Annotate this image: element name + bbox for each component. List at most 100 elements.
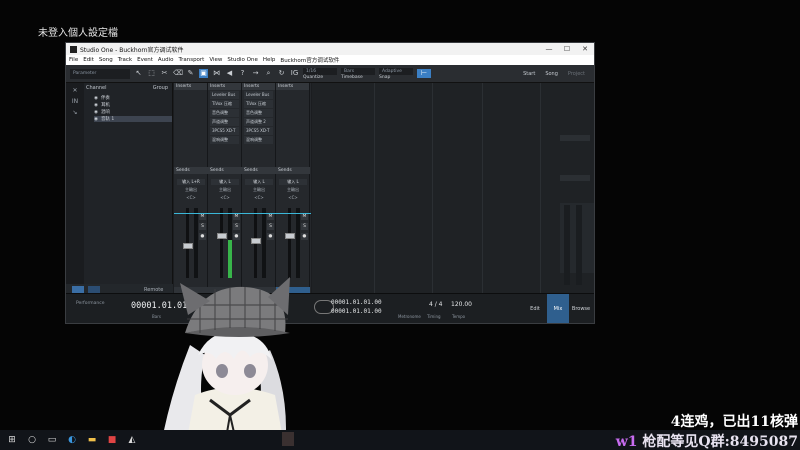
ig-icon[interactable]: IG	[290, 69, 299, 78]
strip-output[interactable]: 主輸出	[279, 187, 307, 193]
arrow-tool-icon[interactable]: ↖	[134, 69, 143, 78]
record-arm-button[interactable]: ●	[267, 233, 274, 240]
inserts-header[interactable]: Inserts	[276, 83, 309, 90]
insert-slot[interactable]: TiVox 压缩	[244, 100, 273, 108]
edit-button[interactable]: Edit	[524, 294, 546, 323]
close-panel-icon[interactable]: ✕	[66, 87, 84, 94]
arrow-right-icon[interactable]: →	[251, 69, 260, 78]
visible-icon[interactable]: ◉	[94, 110, 98, 115]
strip-input[interactable]: 输入 L	[279, 179, 307, 185]
volume-fader-handle[interactable]	[251, 238, 261, 244]
pan-value[interactable]: <C>	[177, 195, 205, 200]
insert-slot[interactable]: Leveler Bus	[210, 91, 239, 99]
record-arm-button[interactable]: ●	[199, 233, 206, 240]
listen-tool-icon[interactable]: ◀	[225, 69, 234, 78]
start-button[interactable]: Start	[518, 71, 540, 77]
edge-icon[interactable]: ◐	[66, 434, 78, 446]
channel-row[interactable]: ◉ 伴奏	[94, 95, 172, 102]
taskview-icon[interactable]: ▭	[46, 434, 58, 446]
pan-value[interactable]: <C>	[211, 195, 239, 200]
menu-transport[interactable]: Transport	[179, 57, 205, 63]
paint-tool-icon[interactable]: ✎	[186, 69, 195, 78]
insert-slot[interactable]: 音色调整	[244, 109, 273, 117]
strip-output[interactable]: 主輸出	[211, 187, 239, 193]
menu-song[interactable]: Song	[99, 57, 113, 63]
insert-slot[interactable]: TiVox 压缩	[210, 100, 239, 108]
solo-button[interactable]: S	[267, 223, 274, 230]
mix-button[interactable]: Mix	[547, 294, 569, 323]
time-signature[interactable]: 4 / 4	[429, 301, 442, 308]
menu-track[interactable]: Track	[118, 57, 132, 63]
close-button[interactable]: ✕	[576, 45, 594, 53]
view-toggle-button-2[interactable]	[88, 286, 100, 293]
explorer-icon[interactable]: ▬	[86, 434, 98, 446]
strip-output[interactable]: 主輸出	[245, 187, 273, 193]
insert-slot[interactable]: 声道调整 2	[244, 118, 273, 126]
volume-fader-handle[interactable]	[183, 243, 193, 249]
windows-icon[interactable]: ⊞	[6, 434, 18, 446]
timebase-select[interactable]: Bars	[341, 67, 375, 75]
tool-icon[interactable]: ↘	[66, 109, 84, 116]
visible-icon[interactable]: ◉	[94, 103, 98, 108]
inserts-header[interactable]: Inserts	[208, 83, 241, 90]
mute-button[interactable]: M	[301, 213, 308, 220]
zoom-icon[interactable]: ⌕	[264, 69, 273, 78]
snap-toggle-icon[interactable]: ⊢	[417, 69, 431, 78]
arrangement-area[interactable]	[312, 83, 594, 295]
snap-select[interactable]: Adaptive	[379, 67, 413, 75]
pan-value[interactable]: <C>	[245, 195, 273, 200]
inserts-header[interactable]: Inserts	[242, 83, 275, 90]
tempo-value[interactable]: 120.00	[451, 301, 472, 308]
sends-header[interactable]: Sends	[208, 167, 242, 174]
menu-view[interactable]: View	[209, 57, 222, 63]
mute-button[interactable]: M	[199, 213, 206, 220]
menu-audio[interactable]: Audio	[158, 57, 174, 63]
volume-fader-track[interactable]	[220, 208, 223, 278]
channel-row[interactable]: ◉ 耳机	[94, 102, 172, 109]
strip-input[interactable]: 输入 L	[211, 179, 239, 185]
quantize-select[interactable]: 1/16	[303, 67, 337, 75]
window-titlebar[interactable]: Studio One - Buckhorn官方调试软件 — ☐ ✕	[66, 43, 594, 55]
preset-field[interactable]: Parameter	[70, 68, 130, 79]
sends-header[interactable]: Sends	[174, 167, 208, 174]
solo-button[interactable]: S	[301, 223, 308, 230]
menu-file[interactable]: File	[69, 57, 78, 63]
app-icon[interactable]: ■	[106, 434, 118, 446]
insert-slot[interactable]: Leveler Bus	[244, 91, 273, 99]
loop-start-time[interactable]: 00001.01.01.00	[331, 299, 382, 306]
mute-button[interactable]: M	[233, 213, 240, 220]
mute-tool-icon[interactable]: ▣	[199, 69, 208, 78]
volume-fader-track[interactable]	[288, 208, 291, 278]
loop-end-time[interactable]: 00001.01.01.00	[331, 308, 382, 315]
sends-header[interactable]: Sends	[242, 167, 276, 174]
solo-button[interactable]: S	[233, 223, 240, 230]
bend-tool-icon[interactable]: ⋈	[212, 69, 221, 78]
inserts-header[interactable]: Inserts	[174, 83, 207, 90]
menu-event[interactable]: Event	[137, 57, 153, 63]
pan-value[interactable]: <C>	[279, 195, 307, 200]
insert-slot[interactable]: 音色调整	[210, 109, 239, 117]
record-arm-button[interactable]: ●	[301, 233, 308, 240]
channel-row[interactable]: ◉ 音轨 1	[94, 116, 172, 122]
split-tool-icon[interactable]: ✂	[160, 69, 169, 78]
studioone-icon[interactable]: ◭	[126, 434, 138, 446]
range-tool-icon[interactable]: ⬚	[147, 69, 156, 78]
maximize-button[interactable]: ☐	[558, 45, 576, 53]
insert-slot[interactable]: 3PCS5 XD-T	[244, 127, 273, 135]
channel-row[interactable]: ◉ 混响	[94, 109, 172, 116]
insert-slot[interactable]: 3PCS5 XD-T	[210, 127, 239, 135]
menu-help[interactable]: Help	[263, 57, 276, 63]
view-toggle-button[interactable]	[72, 286, 84, 293]
visible-icon[interactable]: ◉	[94, 117, 98, 122]
record-arm-button[interactable]: ●	[233, 233, 240, 240]
insert-slot[interactable]: 声道调整	[210, 118, 239, 126]
volume-fader-handle[interactable]	[217, 233, 227, 239]
insert-slot[interactable]: 混响调整	[210, 136, 239, 144]
solo-button[interactable]: S	[199, 223, 206, 230]
mute-button[interactable]: M	[267, 213, 274, 220]
visible-icon[interactable]: ◉	[94, 96, 98, 101]
menu-buckhorn[interactable]: Buckhorn官方调试软件	[280, 56, 339, 64]
volume-fader-handle[interactable]	[285, 233, 295, 239]
strip-output[interactable]: 主輸出	[177, 187, 205, 193]
menu-edit[interactable]: Edit	[83, 57, 94, 63]
